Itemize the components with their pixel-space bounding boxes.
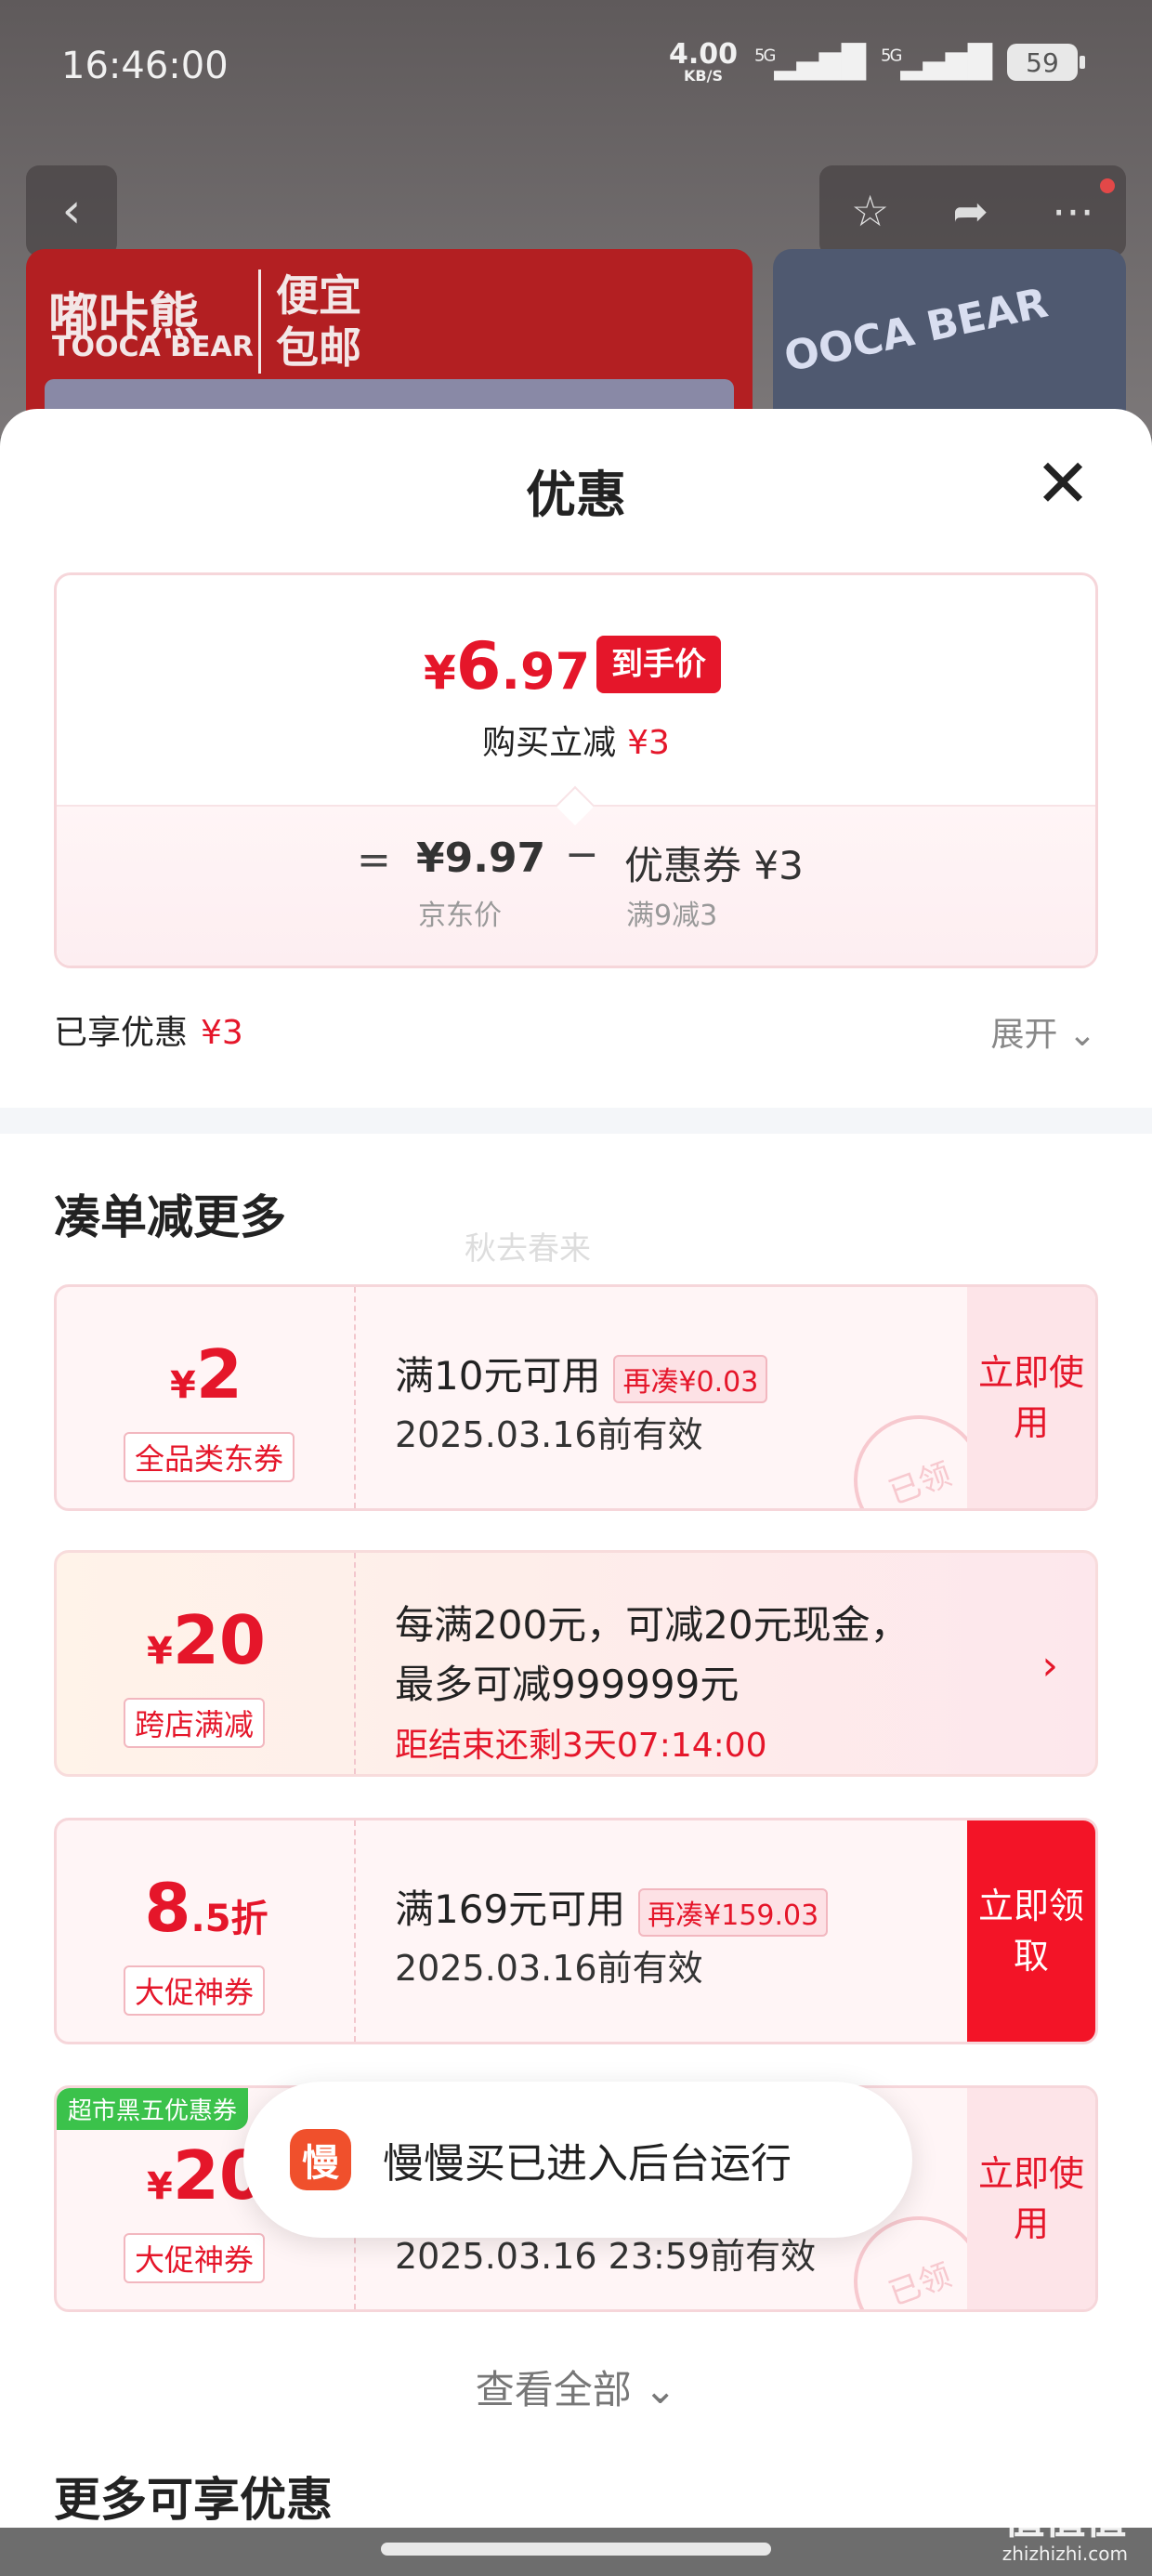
coupon-type: 大促神券 [124, 1965, 266, 2016]
coupon-type: 全品类东券 [124, 1432, 295, 1482]
chevron-left-icon: ‹ [61, 183, 82, 239]
jd-price-label: 京东价 [418, 900, 502, 932]
view-all-button[interactable]: 查看全部 ⌄ [0, 2359, 1152, 2415]
back-button[interactable]: ‹ [26, 165, 117, 256]
claim-now-button[interactable]: 立即领取 [967, 1820, 1095, 2042]
more-dots-icon[interactable]: ⋯ [1052, 186, 1094, 236]
section-title-more-discounts: 凑单减更多 [54, 1190, 286, 1244]
coupon-validity: 2025.03.16前有效 [395, 1948, 703, 1989]
price-breakdown [57, 805, 1095, 966]
coupon-countdown: 距结束还剩3天07:14:00 [395, 1727, 767, 1765]
coupon-gap-badge: 再凑¥0.03 [613, 1354, 768, 1403]
coupon-type: 大促神券 [124, 2233, 266, 2283]
final-price: ¥6.97 [424, 628, 591, 704]
section-title-more-enjoy: 更多可享优惠 [54, 2473, 333, 2527]
coupon-validity: 2025.03.16前有效 [395, 1414, 703, 1455]
battery-icon: 59 [1007, 44, 1085, 81]
sheet-title: 优惠 [526, 466, 626, 524]
coupon-type: 跨店满减 [124, 1698, 266, 1748]
coupon-card: ¥2 全品类东券 满10元可用 再凑¥0.03 2025.03.16前有效 已领 … [54, 1284, 1098, 1511]
coupon-gap-badge: 再凑¥159.03 [638, 1887, 829, 1937]
chevron-right-icon: › [1041, 1642, 1058, 1689]
brand-english: TOOCA BEAR [52, 331, 254, 363]
network-speed: 4.00 KB/S [668, 38, 738, 85]
app-logo-icon: 慢 [290, 2129, 351, 2190]
minus-sign: − [565, 831, 599, 878]
site-watermark: 值值值 zhizhizhi.com [1001, 2496, 1128, 2566]
coupon-amount: 8.5折 [144, 1869, 268, 1947]
signal-icon-2: 5G▂▄▆█ [881, 44, 992, 81]
status-icons: 4.00 KB/S 5G▂▄▆█ 5G▂▄▆█ 59 [668, 38, 1085, 85]
coupon-condition: 满169元可用 再凑¥159.03 [395, 1878, 829, 1937]
coupon-amount: ¥20 [146, 1601, 267, 1679]
close-button[interactable]: ✕ [1033, 450, 1093, 517]
share-icon[interactable]: ➦ [952, 186, 988, 236]
expand-button[interactable]: 展开 ⌄ [990, 1007, 1096, 1056]
favorite-star-icon[interactable]: ☆ [851, 186, 889, 236]
coupon-card-promo: 8.5折 大促神券 满169元可用 再凑¥159.03 2025.03.16前有效… [54, 1818, 1098, 2044]
coupon-amount: ¥2 [170, 1335, 242, 1413]
close-icon: ✕ [1034, 444, 1092, 522]
coupon-deduction-label: 满9减3 [626, 900, 718, 932]
coupon-condition: 满10元可用 再凑¥0.03 [395, 1345, 768, 1403]
top-action-bar: ☆ ➦ ⋯ [819, 165, 1126, 256]
coupon-deduction: 优惠券 ¥3 [624, 843, 804, 888]
enjoyed-discount: 已享优惠 ¥3 [54, 1014, 243, 1052]
status-time: 16:46:00 [61, 45, 229, 87]
notification-dot [1100, 178, 1115, 193]
home-indicator[interactable] [381, 2543, 771, 2556]
coupon-rule: 每满200元，可减20元现金， 最多可减999999元 [395, 1602, 910, 1707]
coupon-corner-tag: 超市黑五优惠券 [57, 2088, 249, 2130]
instant-reduce: 购买立减 ¥3 [482, 724, 670, 762]
final-price-badge: 到手价 [596, 636, 721, 693]
toast-message: 慢慢买已进入后台运行 [383, 2140, 792, 2188]
chevron-down-icon: ⌄ [1067, 1016, 1096, 1054]
section-divider [0, 1108, 1152, 1134]
use-now-button[interactable]: 立即使用 [967, 2088, 1095, 2309]
user-watermark: 秋去春来 [465, 1230, 591, 1268]
coupon-card-cross-store[interactable]: ¥20 跨店满减 每满200元，可减20元现金， 最多可减999999元 距结束… [54, 1550, 1098, 1777]
signal-icon: 5G▂▄▆█ [754, 44, 866, 81]
brand-tagline: 便宜 包邮 [258, 269, 361, 374]
use-now-button[interactable]: 立即使用 [967, 1287, 1095, 1508]
status-bar: 16:46:00 4.00 KB/S 5G▂▄▆█ 5G▂▄▆█ 59 [0, 0, 1152, 130]
equals-sign: = [357, 836, 391, 884]
jd-price: ¥9.97 [416, 835, 546, 882]
background-run-toast: 慢 慢慢买已进入后台运行 [243, 2082, 912, 2238]
chevron-down-icon: ⌄ [644, 2367, 677, 2412]
